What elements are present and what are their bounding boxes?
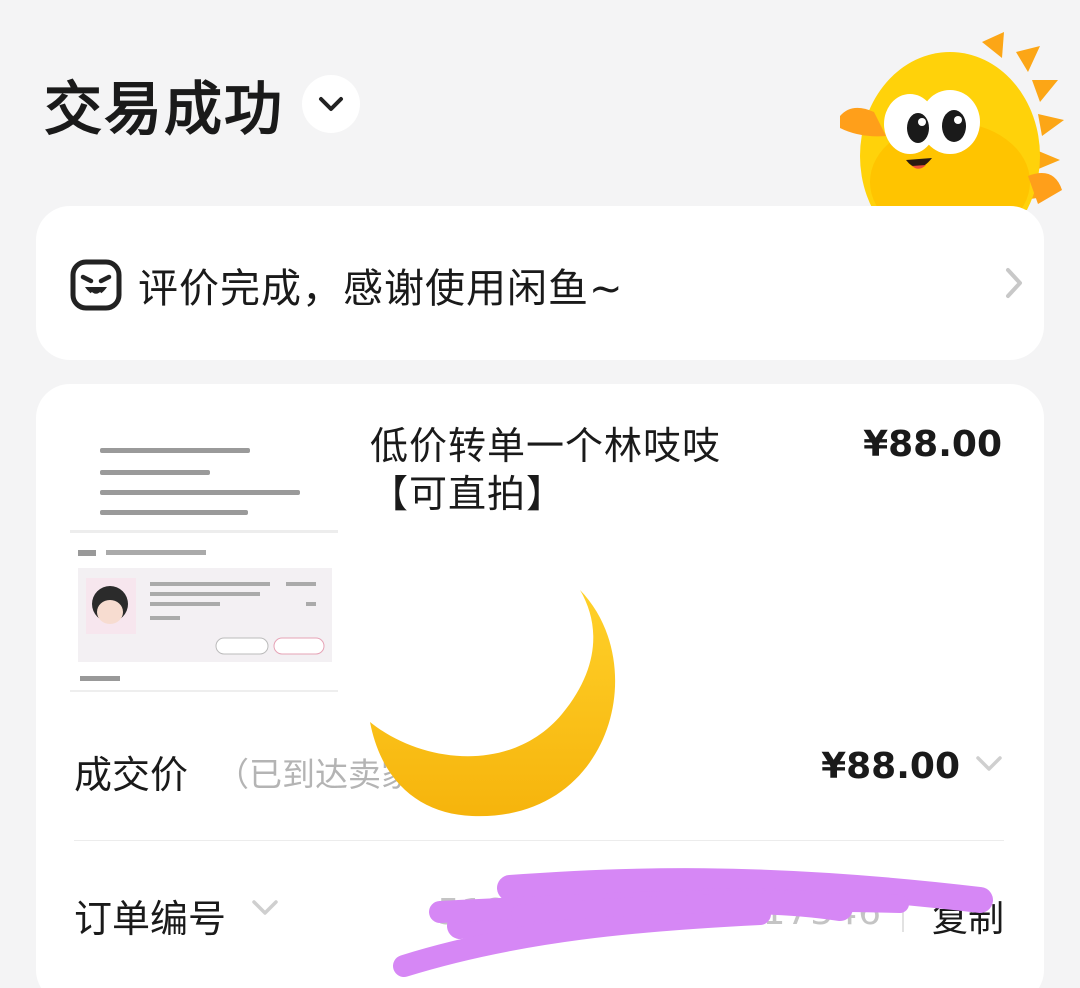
- item-price: ¥88.00: [863, 424, 1002, 465]
- chevron-right-icon: [1006, 268, 1022, 298]
- page-title: 交易成功: [44, 75, 285, 143]
- order-number-row: 订单编号 5127 0290017346 复制: [74, 884, 1004, 944]
- deal-price-value: ¥88.00: [821, 746, 960, 787]
- review-row: 评价完成，感谢使用闲鱼~: [70, 256, 624, 314]
- copy-button[interactable]: 复制: [932, 890, 1004, 942]
- order-number-label: 订单编号: [74, 897, 227, 941]
- product-thumbnail[interactable]: [70, 404, 338, 696]
- chevron-down-icon: [976, 756, 1002, 771]
- mascot-illustration: [832, 32, 1080, 210]
- divider: [74, 840, 1004, 841]
- status-toggle-button[interactable]: [302, 75, 361, 133]
- divider: [902, 894, 904, 932]
- order-number-value: 5127 0290017346: [437, 892, 882, 933]
- smiley-face-icon: [70, 259, 122, 311]
- review-message: 评价完成，感谢使用闲鱼~: [138, 266, 624, 312]
- chevron-down-icon[interactable]: [250, 898, 280, 918]
- page-header: 交易成功: [44, 62, 361, 146]
- review-status-card[interactable]: 评价完成，感谢使用闲鱼~: [36, 206, 1044, 360]
- moon-sticker: [370, 590, 616, 817]
- chevron-down-icon: [319, 97, 344, 111]
- item-title[interactable]: 低价转单一个林吱吱【可直拍】: [370, 422, 790, 518]
- deal-price-label: 成交价: [74, 753, 189, 797]
